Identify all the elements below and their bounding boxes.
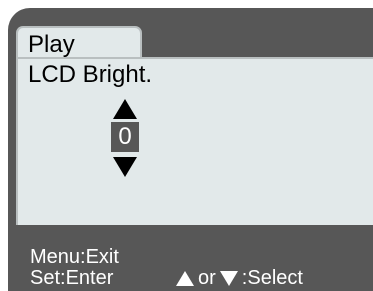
arrow-down-icon[interactable] bbox=[113, 157, 137, 177]
tab-play-label: Play bbox=[28, 31, 75, 58]
setting-value: 0 bbox=[118, 123, 132, 150]
setting-label: LCD Bright. bbox=[28, 61, 153, 88]
arrow-down-icon bbox=[219, 270, 238, 286]
menu-exit-hint: Menu:Exit bbox=[30, 246, 119, 268]
select-text: :Select bbox=[241, 267, 303, 289]
value-selector[interactable]: 0 bbox=[111, 122, 139, 152]
set-enter-hint: Set:Enter bbox=[30, 267, 114, 289]
arrow-up-icon[interactable] bbox=[113, 99, 137, 119]
tab-play[interactable]: Play bbox=[16, 26, 142, 59]
arrow-up-icon bbox=[176, 270, 194, 286]
or-text: or bbox=[198, 267, 216, 289]
select-hint: or :Select bbox=[176, 268, 303, 288]
